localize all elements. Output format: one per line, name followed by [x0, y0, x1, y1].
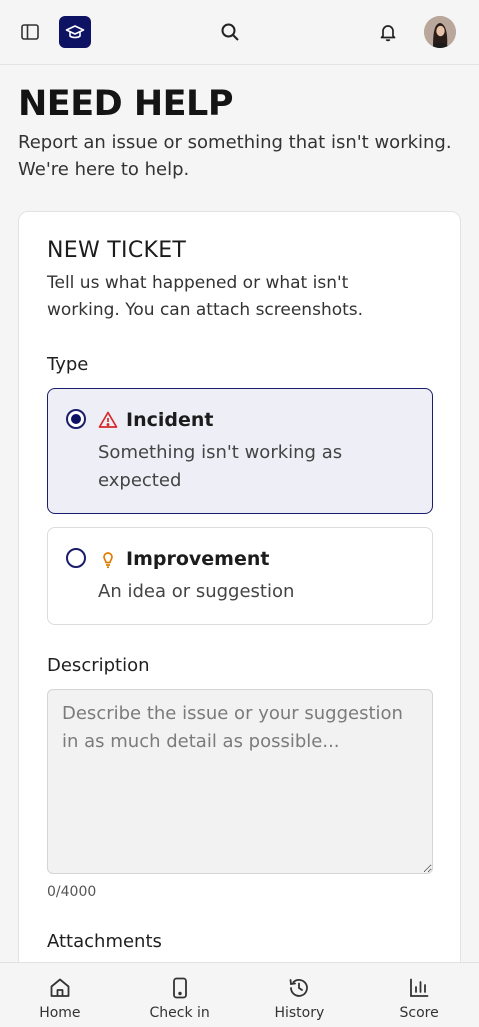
- incident-title: Incident: [126, 409, 214, 431]
- notifications-button[interactable]: [372, 16, 404, 48]
- type-label: Type: [47, 354, 89, 375]
- incident-description: Something isn't working as expected: [98, 442, 343, 491]
- description-label: Description: [47, 655, 150, 676]
- avatar-photo-icon: [424, 16, 456, 48]
- history-icon: [289, 979, 309, 997]
- sidebar-toggle-button[interactable]: [14, 16, 46, 48]
- type-option-improvement[interactable]: Improvement An idea or suggestion: [47, 527, 433, 625]
- user-avatar[interactable]: [424, 16, 456, 48]
- warning-triangle-icon: [98, 411, 118, 428]
- card-title: NEW TICKET: [47, 238, 187, 263]
- search-icon: [221, 23, 239, 41]
- nav-label-history: History: [274, 1005, 325, 1021]
- lightbulb-icon: [103, 552, 113, 569]
- attachments-label: Attachments: [47, 931, 162, 952]
- nav-item-check-in[interactable]: Check in: [120, 963, 240, 1027]
- bar-chart-icon: [410, 978, 429, 997]
- bell-icon: [380, 25, 396, 42]
- nav-label-score: Score: [399, 1005, 439, 1021]
- nav-item-home[interactable]: Home: [0, 963, 120, 1027]
- card-subtitle: Tell us what happened or what isn't work…: [47, 273, 364, 320]
- type-option-incident[interactable]: Incident Something isn't working as expe…: [47, 388, 433, 514]
- graduation-cap-icon: [65, 25, 85, 39]
- app-logo[interactable]: [59, 16, 91, 48]
- page-subtitle: Report an issue or something that isn't …: [18, 132, 452, 180]
- top-bar: [0, 0, 479, 65]
- nav-label-check-in: Check in: [149, 1005, 210, 1021]
- improvement-title: Improvement: [126, 548, 270, 570]
- phone-icon: [172, 977, 187, 999]
- home-icon: [50, 978, 70, 997]
- improvement-description: An idea or suggestion: [98, 581, 295, 602]
- improvement-radio[interactable]: [66, 548, 86, 568]
- bottom-navigation: Home Check in History Score: [0, 962, 479, 1027]
- search-button[interactable]: [214, 16, 246, 48]
- sidebar-toggle-icon: [21, 24, 39, 40]
- new-ticket-card: NEW TICKET Tell us what happened or what…: [18, 211, 461, 1011]
- nav-item-history[interactable]: History: [240, 963, 360, 1027]
- incident-radio[interactable]: [66, 409, 86, 429]
- nav-label-home: Home: [39, 1005, 81, 1021]
- character-counter: 0/4000: [47, 884, 97, 900]
- nav-item-score[interactable]: Score: [359, 963, 479, 1027]
- description-textarea[interactable]: [47, 689, 433, 874]
- page-title: NEED HELP: [18, 84, 234, 124]
